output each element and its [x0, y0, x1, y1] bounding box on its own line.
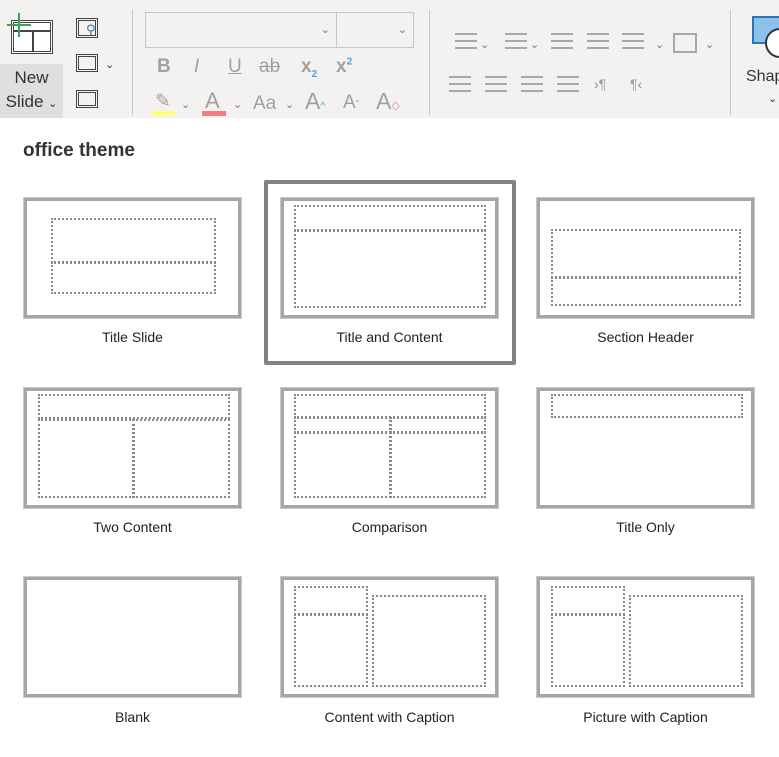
right-heading-placeholder	[390, 417, 486, 433]
left-content-placeholder	[294, 432, 391, 498]
increase-indent-button[interactable]	[587, 33, 609, 49]
text-placeholder	[294, 614, 368, 687]
title-placeholder	[51, 218, 216, 263]
justify-button[interactable]	[557, 76, 579, 92]
layout-icon[interactable]	[76, 54, 98, 72]
font-size-select[interactable]: ⌄	[336, 12, 414, 48]
change-case-chevron-icon[interactable]: ⌄	[285, 98, 294, 111]
columns-chevron-icon[interactable]: ⌄	[705, 38, 714, 51]
highlight-pen-icon[interactable]: ✎	[155, 90, 171, 113]
layout-comparison[interactable]	[280, 387, 499, 509]
align-left-button[interactable]	[449, 76, 471, 92]
left-content-placeholder	[38, 419, 134, 498]
line-spacing-button[interactable]	[622, 33, 644, 49]
reuse-slides-icon[interactable]: ⚲	[76, 18, 98, 38]
layout-label[interactable]: Content with Caption	[281, 709, 498, 725]
section-icon[interactable]	[76, 90, 98, 108]
title-placeholder	[294, 586, 368, 615]
title-placeholder	[551, 229, 741, 278]
right-content-placeholder	[133, 419, 230, 498]
title-placeholder	[294, 394, 486, 418]
highlight-color-bar	[151, 111, 175, 116]
layout-label[interactable]: Title Slide	[24, 329, 241, 345]
underline-button[interactable]: U	[228, 56, 242, 78]
layout-blank[interactable]	[23, 576, 242, 698]
layout-label[interactable]: Blank	[24, 709, 241, 725]
italic-button[interactable]: I	[194, 56, 199, 78]
font-color-chevron-icon[interactable]: ⌄	[233, 98, 242, 111]
layout-picture-with-caption[interactable]	[536, 576, 755, 698]
font-color-bar	[202, 111, 226, 116]
numbering-chevron-icon[interactable]: ⌄	[530, 38, 539, 51]
left-heading-placeholder	[294, 417, 391, 433]
title-placeholder	[294, 205, 486, 231]
title-placeholder	[551, 394, 743, 418]
layout-label[interactable]: Title Only	[537, 519, 754, 535]
bullets-button[interactable]	[455, 33, 477, 49]
layout-title-only[interactable]	[536, 387, 755, 509]
decrease-indent-button[interactable]	[551, 33, 573, 49]
layout-chevron-icon[interactable]: ⌄	[105, 58, 114, 71]
shrink-font-button[interactable]: Aˇ	[343, 92, 359, 114]
text-placeholder	[551, 277, 741, 306]
grow-font-button[interactable]: A^	[305, 88, 325, 115]
layout-label[interactable]: Two Content	[24, 519, 241, 535]
picture-placeholder	[629, 595, 743, 687]
layout-section-header[interactable]	[536, 197, 755, 319]
text-placeholder	[551, 614, 625, 687]
columns-button[interactable]	[673, 33, 697, 53]
layout-label[interactable]: Title and Content	[281, 329, 498, 345]
strikethrough-button[interactable]: ab	[259, 56, 280, 78]
layout-label[interactable]: Picture with Caption	[537, 709, 754, 725]
content-placeholder	[294, 230, 486, 308]
bold-button[interactable]: B	[157, 56, 171, 78]
content-placeholder	[372, 595, 486, 687]
ltr-button[interactable]: ›¶	[594, 76, 606, 92]
align-center-button[interactable]	[485, 76, 507, 92]
bullets-chevron-icon[interactable]: ⌄	[480, 38, 489, 51]
layout-content-with-caption[interactable]	[280, 576, 499, 698]
layout-title-slide[interactable]	[23, 197, 242, 319]
clear-formatting-button[interactable]: A◇	[376, 88, 400, 115]
ribbon: New Slide ⌄ ⚲ ⌄ ⌄ ⌄ B I U ab x2 x2 ✎ ⌄ A…	[0, 0, 779, 118]
line-spacing-chevron-icon[interactable]: ⌄	[655, 38, 664, 51]
title-placeholder	[38, 394, 230, 419]
layout-label[interactable]: Section Header	[537, 329, 754, 345]
layout-two-content[interactable]	[23, 387, 242, 509]
layout-label[interactable]: Comparison	[281, 519, 498, 535]
numbering-button[interactable]	[505, 33, 527, 49]
change-case-button[interactable]: Aa	[253, 93, 276, 115]
rtl-button[interactable]: ¶‹	[630, 76, 642, 92]
title-placeholder	[551, 586, 625, 615]
font-name-select[interactable]: ⌄	[145, 12, 337, 48]
divider	[429, 10, 430, 115]
new-slide-label[interactable]: New Slide ⌄	[0, 64, 63, 118]
right-content-placeholder	[390, 432, 486, 498]
align-right-button[interactable]	[521, 76, 543, 92]
divider	[730, 10, 731, 115]
shapes-chevron-icon[interactable]: ⌄	[768, 92, 777, 105]
highlight-chevron-icon[interactable]: ⌄	[181, 98, 190, 111]
superscript-button[interactable]: x2	[336, 56, 352, 78]
shapes-label[interactable]: Shap	[746, 68, 779, 86]
divider	[132, 10, 133, 115]
gallery-heading: office theme	[23, 140, 135, 161]
subtitle-placeholder	[51, 262, 216, 294]
subscript-button[interactable]: x2	[301, 56, 317, 80]
layout-title-and-content[interactable]	[280, 197, 499, 319]
